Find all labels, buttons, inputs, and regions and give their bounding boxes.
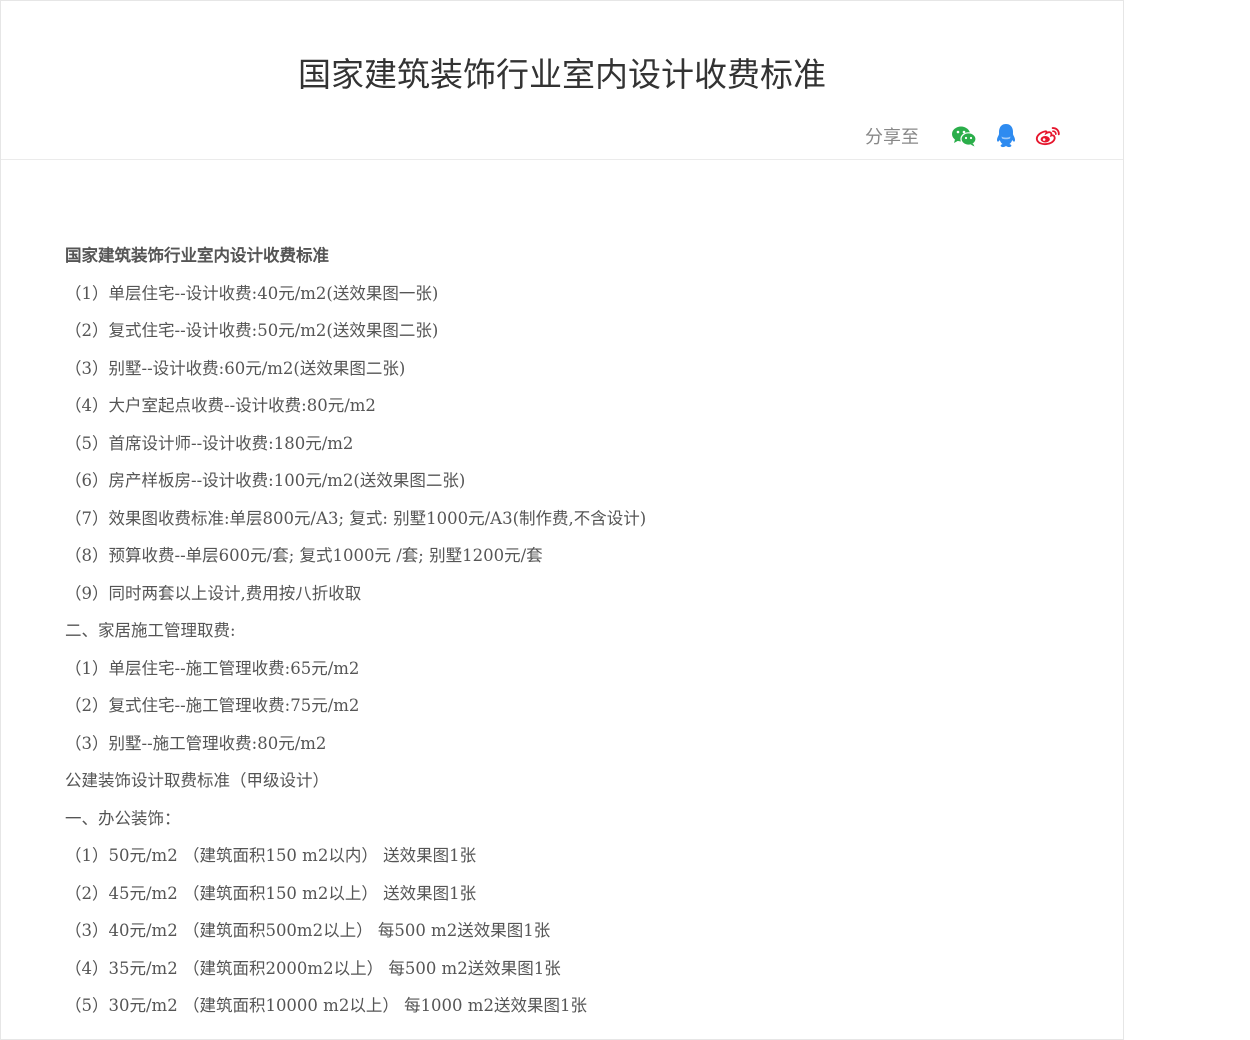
- article-line: （2）复式住宅--施工管理收费:75元/m2: [65, 696, 360, 715]
- article-line: （8）预算收费--单层600元/套; 复式1000元 /套; 别墅1200元/套: [65, 546, 543, 565]
- article-heading: 国家建筑装饰行业室内设计收费标准: [65, 246, 329, 265]
- article-line: （5）首席设计师--设计收费:180元/m2: [65, 433, 354, 453]
- article-line: （2）复式住宅--设计收费:50元/m2(送效果图二张): [65, 321, 439, 340]
- article-line: （1）单层住宅--设计收费:40元/m2(送效果图一张): [65, 283, 439, 303]
- article-line: （2）45元/m2 （建筑面积150 m2以上） 送效果图1张: [65, 883, 477, 903]
- article-line: （3）别墅--施工管理收费:80元/m2: [65, 733, 327, 753]
- article-line: （4）35元/m2 （建筑面积2000m2以上） 每500 m2送效果图1张: [65, 958, 561, 978]
- article-card: 国家建筑装饰行业室内设计收费标准 分享至 国家建筑装饰行业室内设计收费标准 （1…: [0, 0, 1124, 1040]
- article-line: （9）同时两套以上设计,费用按八折收取: [65, 583, 362, 603]
- article-line: （4）大户室起点收费--设计收费:80元/m2: [65, 396, 376, 415]
- article-line: （6）房产样板房--设计收费:100元/m2(送效果图二张): [65, 471, 466, 490]
- article-header: 国家建筑装饰行业室内设计收费标准 分享至: [1, 1, 1123, 160]
- wechat-icon[interactable]: [951, 123, 977, 149]
- share-bar: 分享至: [865, 121, 1061, 151]
- article-line: （5）30元/m2 （建筑面积10000 m2以上） 每1000 m2送效果图1…: [65, 996, 587, 1015]
- weibo-icon[interactable]: [1035, 123, 1061, 149]
- article-section-heading: 一、办公装饰：: [65, 808, 181, 828]
- article-section-heading: 二、家居施工管理取费:: [65, 621, 236, 640]
- article-line: （7）效果图收费标准:单层800元/A3; 复式: 别墅1000元/A3(制作费…: [65, 508, 647, 528]
- article-line: （3）40元/m2 （建筑面积500m2以上） 每500 m2送效果图1张: [65, 921, 551, 940]
- qq-icon[interactable]: [993, 123, 1019, 149]
- article-line: （3）别墅--设计收费:60元/m2(送效果图二张): [65, 358, 406, 378]
- article-line: （1）单层住宅--施工管理收费:65元/m2: [65, 658, 360, 678]
- article-line: （1）50元/m2 （建筑面积150 m2以内） 送效果图1张: [65, 846, 477, 865]
- article-title: 国家建筑装饰行业室内设计收费标准: [298, 55, 826, 94]
- article-section-heading: 公建装饰设计取费标准（甲级设计）: [65, 771, 329, 790]
- article-body: 国家建筑装饰行业室内设计收费标准 （1）单层住宅--设计收费:40元/m2(送效…: [65, 237, 1083, 1025]
- share-label: 分享至: [865, 127, 919, 148]
